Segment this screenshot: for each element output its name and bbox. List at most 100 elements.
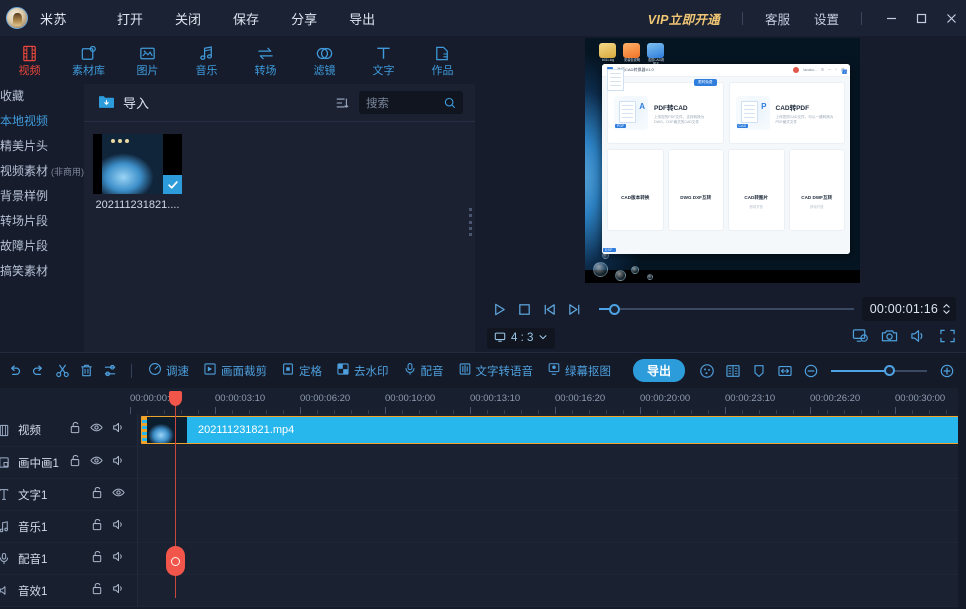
- track-lane[interactable]: [138, 543, 966, 574]
- eye-icon[interactable]: [90, 421, 103, 439]
- slider-knob[interactable]: [609, 303, 620, 315]
- track-header[interactable]: 视频: [0, 414, 138, 446]
- vip-upgrade-button[interactable]: VIP立即开通: [648, 9, 732, 28]
- speaker-icon[interactable]: [112, 582, 125, 600]
- watermark-button[interactable]: 去水印: [329, 356, 396, 386]
- unlock-icon[interactable]: [91, 582, 103, 600]
- track-lane[interactable]: 202111231821.mp4: [138, 414, 966, 446]
- freeze-button[interactable]: 定格: [274, 356, 329, 386]
- sidebar-item-glitch-clips[interactable]: 故障片段: [0, 234, 84, 259]
- zoom-slider[interactable]: [831, 363, 927, 379]
- export-button[interactable]: 导出: [632, 359, 685, 382]
- sidebar-item-video-assets[interactable]: 视频素材 (非商用): [0, 159, 84, 184]
- playhead-handle[interactable]: [166, 546, 185, 576]
- dubbing-button[interactable]: 配音: [396, 356, 451, 386]
- timecode-field[interactable]: 00:00:01:16: [861, 297, 956, 321]
- trash-icon[interactable]: [74, 356, 98, 386]
- video-preview-stage[interactable]: b011.log 安装包说明 浩辰CAD看图王 浩辰CAD转换器V1.0: [585, 38, 860, 283]
- toolbar-item-text[interactable]: 文字: [354, 36, 413, 84]
- timeline-ruler[interactable]: 00:00:00:00 00:00:03:10 00:00:06:20 00:0…: [0, 388, 966, 414]
- marker-icon[interactable]: [747, 356, 771, 386]
- menu-item-save[interactable]: 保存: [217, 9, 275, 28]
- track-lane[interactable]: [138, 479, 966, 510]
- toolbar-item-project[interactable]: 作品: [413, 36, 472, 84]
- unlock-icon[interactable]: [91, 550, 103, 568]
- maximize-icon[interactable]: [906, 0, 936, 36]
- toolbar-item-music[interactable]: 音乐: [177, 36, 236, 84]
- volume-icon[interactable]: [910, 328, 927, 349]
- playhead-marker[interactable]: [169, 391, 182, 406]
- sort-icon[interactable]: [335, 96, 349, 110]
- unlock-icon[interactable]: [91, 486, 103, 504]
- toolbar-item-library[interactable]: 素材库: [59, 36, 118, 84]
- fit-icon[interactable]: [773, 356, 797, 386]
- tts-button[interactable]: 文字转语音: [451, 356, 541, 386]
- color-icon[interactable]: [695, 356, 719, 386]
- speed-button[interactable]: 调速: [141, 356, 196, 386]
- redo-icon[interactable]: [26, 356, 50, 386]
- stop-icon[interactable]: [512, 297, 537, 322]
- track-header[interactable]: 画中画1: [0, 447, 138, 478]
- import-button[interactable]: 导入: [98, 93, 149, 112]
- stepper-icon[interactable]: [942, 302, 951, 316]
- prev-frame-icon[interactable]: [537, 297, 562, 322]
- menu-item-export[interactable]: 导出: [333, 9, 391, 28]
- search-input[interactable]: 搜索: [359, 91, 463, 114]
- speaker-icon[interactable]: [112, 454, 125, 472]
- adjust-icon[interactable]: [98, 356, 122, 386]
- track-lane[interactable]: [138, 447, 966, 478]
- speaker-icon[interactable]: [112, 518, 125, 536]
- play-icon[interactable]: [487, 297, 512, 322]
- playback-progress-slider[interactable]: [599, 299, 854, 319]
- sidebar-item-favorites[interactable]: 收藏: [0, 84, 84, 109]
- close-icon[interactable]: [936, 0, 966, 36]
- menu-item-close[interactable]: 关闭: [159, 9, 217, 28]
- zoom-in-icon[interactable]: [935, 356, 959, 386]
- toolbar-item-image[interactable]: 图片: [118, 36, 177, 84]
- eye-icon[interactable]: [112, 486, 125, 504]
- playhead[interactable]: [166, 391, 185, 598]
- track-lane[interactable]: [138, 511, 966, 542]
- track-header[interactable]: 配音1: [0, 543, 138, 574]
- sidebar-item-local-video[interactable]: 本地视频: [0, 109, 84, 134]
- speaker-icon[interactable]: [112, 550, 125, 568]
- split-view-icon[interactable]: [721, 356, 745, 386]
- menu-item-share[interactable]: 分享: [275, 9, 333, 28]
- sidebar-item-background[interactable]: 背景样例: [0, 184, 84, 209]
- fullscreen-icon[interactable]: [939, 328, 956, 349]
- sidebar-item-transition-clips[interactable]: 转场片段: [0, 209, 84, 234]
- next-frame-icon[interactable]: [562, 297, 587, 322]
- media-item[interactable]: 202111231821....: [93, 134, 182, 211]
- track-lane[interactable]: [138, 575, 966, 606]
- toolbar-item-filter[interactable]: 滤镜: [295, 36, 354, 84]
- eye-icon[interactable]: [90, 454, 103, 472]
- track-header[interactable]: 音效1: [0, 575, 138, 606]
- slider-knob[interactable]: [884, 365, 895, 376]
- sidebar-item-intro[interactable]: 精美片头: [0, 134, 84, 159]
- check-icon[interactable]: [163, 175, 182, 194]
- panel-resize-handle[interactable]: [469, 208, 473, 236]
- menu-item-open[interactable]: 打开: [101, 9, 159, 28]
- screen-record-icon[interactable]: [852, 328, 869, 349]
- greenscreen-button[interactable]: 绿幕抠图: [540, 356, 618, 386]
- track-header[interactable]: 文字1: [0, 479, 138, 510]
- unlock-icon[interactable]: [91, 518, 103, 536]
- settings-button[interactable]: 设置: [802, 9, 851, 28]
- minimize-icon[interactable]: [876, 0, 906, 36]
- track-header[interactable]: 音乐1: [0, 511, 138, 542]
- media-thumbnail[interactable]: [93, 134, 182, 194]
- speaker-icon[interactable]: [112, 421, 125, 439]
- crop-button[interactable]: 画面裁剪: [196, 356, 274, 386]
- zoom-out-icon[interactable]: [799, 356, 823, 386]
- support-button[interactable]: 客服: [753, 9, 802, 28]
- unlock-icon[interactable]: [69, 454, 81, 472]
- toolbar-item-video[interactable]: 视频: [0, 36, 59, 84]
- undo-icon[interactable]: [2, 356, 26, 386]
- aspect-ratio-select[interactable]: 4 : 3: [487, 327, 556, 349]
- unlock-icon[interactable]: [69, 421, 81, 439]
- scissors-icon[interactable]: [50, 356, 74, 386]
- timeline-clip[interactable]: 202111231821.mp4: [141, 416, 966, 444]
- sidebar-item-funny-assets[interactable]: 搞笑素材: [0, 259, 84, 284]
- snapshot-icon[interactable]: [881, 328, 898, 349]
- toolbar-item-transition[interactable]: 转场: [236, 36, 295, 84]
